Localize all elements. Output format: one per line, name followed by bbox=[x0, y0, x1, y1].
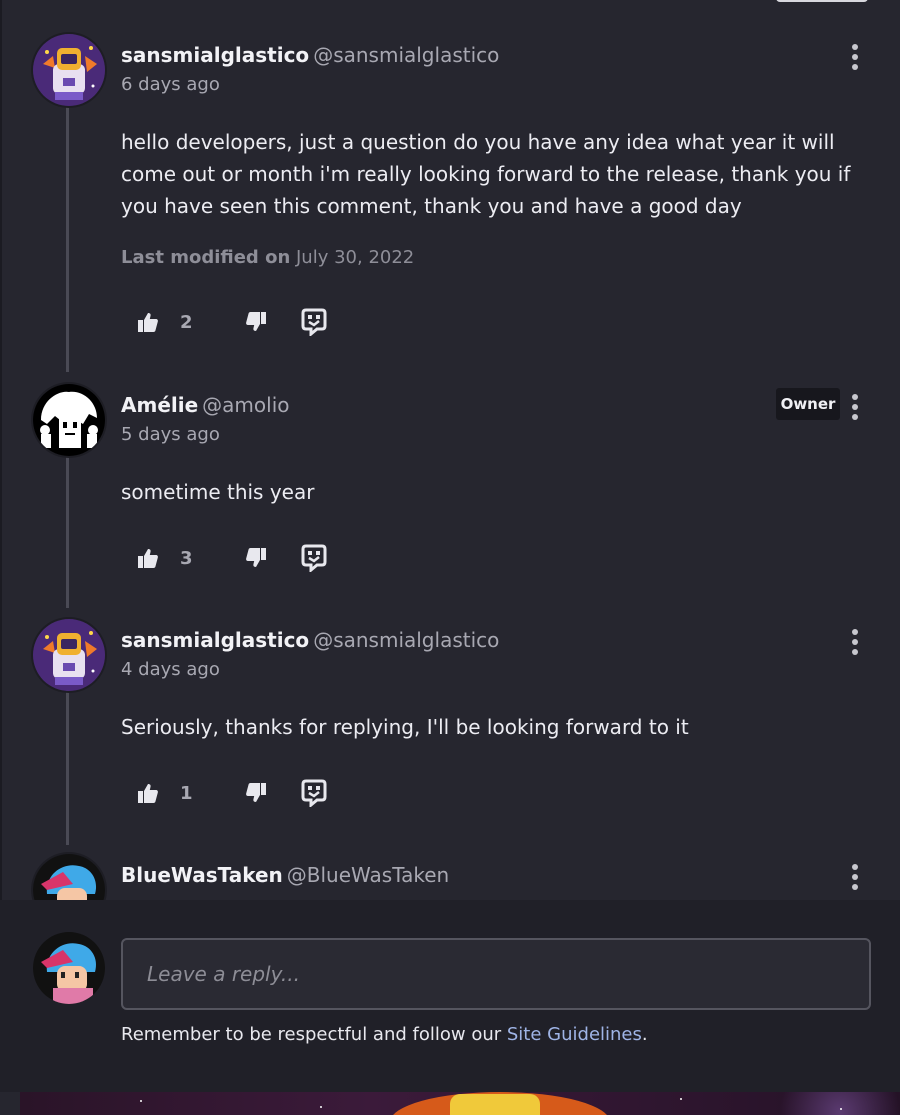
like-count: 1 bbox=[180, 783, 193, 804]
comment-actions: 1 bbox=[130, 775, 350, 811]
like-button[interactable] bbox=[130, 775, 166, 811]
dislike-button[interactable] bbox=[238, 540, 274, 576]
author-name[interactable]: Amélie bbox=[121, 393, 198, 417]
thread-line bbox=[66, 106, 69, 372]
reply-input[interactable] bbox=[121, 938, 871, 1010]
comment-body: sometime this year bbox=[121, 480, 315, 504]
author-handle[interactable]: @sansmialglastico bbox=[313, 628, 499, 652]
reply-icon bbox=[301, 544, 327, 572]
dislike-button[interactable] bbox=[238, 775, 274, 811]
comment-header: Amélie @amolio bbox=[121, 392, 290, 418]
author-name[interactable]: BlueWasTaken bbox=[121, 863, 283, 887]
reply-button[interactable] bbox=[296, 540, 332, 576]
author-handle[interactable]: @amolio bbox=[202, 393, 289, 417]
site-guidelines-link[interactable]: Site Guidelines bbox=[507, 1024, 642, 1045]
author-handle[interactable]: @sansmialglastico bbox=[313, 43, 499, 67]
comment-actions: 3 bbox=[130, 540, 350, 576]
comment-header: BlueWasTaken @BlueWasTaken bbox=[121, 862, 449, 888]
thread-line bbox=[66, 690, 69, 845]
thumbs-up-icon bbox=[138, 313, 158, 332]
last-modified-date: July 30, 2022 bbox=[296, 247, 415, 268]
comment-body: hello developers, just a question do you… bbox=[121, 130, 851, 218]
guidelines-notice: Remember to be respectful and follow our… bbox=[121, 1024, 648, 1045]
like-count: 2 bbox=[180, 312, 193, 333]
comment-actions: 2 bbox=[130, 304, 350, 340]
last-modified: Last modified on July 30, 2022 bbox=[121, 247, 414, 268]
comment-timestamp: 6 days ago bbox=[121, 74, 220, 95]
guidelines-end: . bbox=[641, 1024, 648, 1045]
thumbs-down-icon bbox=[246, 548, 266, 567]
author-name[interactable]: sansmialglastico bbox=[121, 43, 309, 67]
author-handle[interactable]: @BlueWasTaken bbox=[287, 863, 449, 887]
comment-header: sansmialglastico @sansmialglastico bbox=[121, 42, 499, 68]
comment-timestamp: 4 days ago bbox=[121, 659, 220, 680]
kebab-menu-icon[interactable] bbox=[846, 629, 864, 655]
comment-timestamp: 5 days ago bbox=[121, 424, 220, 445]
like-button[interactable] bbox=[130, 304, 166, 340]
current-user-avatar-icon[interactable] bbox=[33, 932, 105, 1004]
reply-button[interactable] bbox=[296, 775, 332, 811]
guidelines-text: Remember to be respectful and follow our bbox=[121, 1024, 507, 1045]
comment-header: sansmialglastico @sansmialglastico bbox=[121, 627, 499, 653]
kebab-menu-icon[interactable] bbox=[846, 394, 864, 420]
reply-icon bbox=[301, 779, 327, 807]
author-name[interactable]: sansmialglastico bbox=[121, 628, 309, 652]
reply-icon bbox=[301, 308, 327, 336]
astronaut-avatar-icon[interactable] bbox=[33, 619, 105, 691]
bw-character-avatar-icon[interactable] bbox=[33, 384, 105, 456]
dislike-button[interactable] bbox=[238, 304, 274, 340]
kebab-menu-icon[interactable] bbox=[846, 864, 864, 890]
owner-badge: Owner bbox=[776, 388, 840, 420]
kebab-menu-icon[interactable] bbox=[846, 44, 864, 70]
thumbs-down-icon bbox=[246, 312, 266, 331]
comment-body: Seriously, thanks for replying, I'll be … bbox=[121, 715, 689, 739]
background-banner-image bbox=[20, 1092, 900, 1115]
thread-line bbox=[66, 456, 69, 608]
thumbs-down-icon bbox=[246, 783, 266, 802]
thumbs-up-icon bbox=[138, 549, 158, 568]
thumbs-up-icon bbox=[138, 784, 158, 803]
like-count: 3 bbox=[180, 548, 193, 569]
astronaut-avatar-icon[interactable] bbox=[33, 34, 105, 106]
like-button[interactable] bbox=[130, 540, 166, 576]
reply-button[interactable] bbox=[296, 304, 332, 340]
reply-composer: Remember to be respectful and follow our… bbox=[0, 900, 900, 1092]
top-partial-button[interactable] bbox=[776, 0, 868, 2]
last-modified-label: Last modified on bbox=[121, 247, 291, 268]
